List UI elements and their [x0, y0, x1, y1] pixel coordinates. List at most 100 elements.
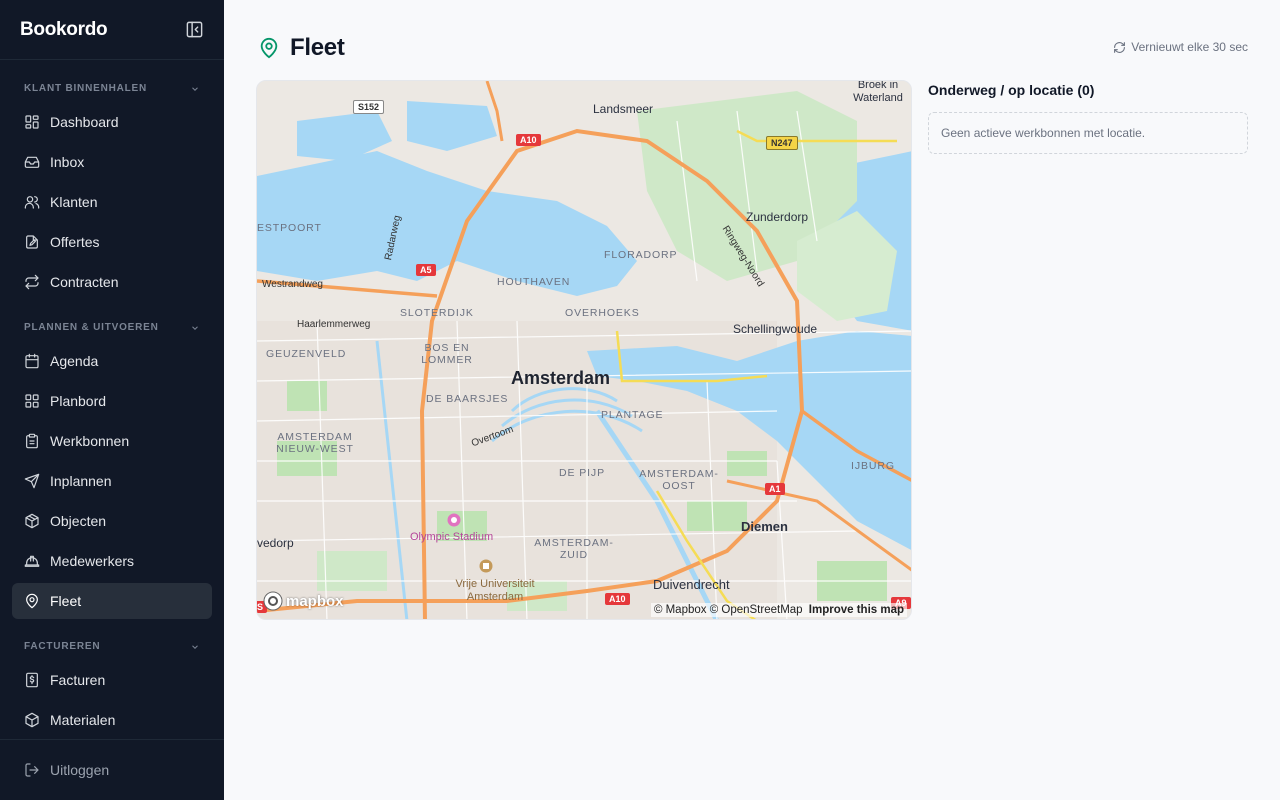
- road-shield-a10-south: A10: [605, 593, 630, 605]
- chevron-down-icon: [192, 325, 198, 330]
- map-label-plantage: PLANTAGE: [601, 409, 664, 421]
- map-label-westrandweg: Westrandweg: [262, 279, 323, 290]
- sidebar-item-label: Offertes: [50, 234, 100, 250]
- map-label-floradorp: FLORADORP: [604, 249, 678, 261]
- sidebar: Bookordo KLANT BINNENHALEN Dashboard Inb…: [0, 0, 224, 800]
- sidebar-item-label: Fleet: [50, 593, 82, 609]
- section-header-factureren[interactable]: FACTUREREN: [24, 641, 200, 652]
- map-label-duivendrecht: Duivendrecht: [653, 577, 730, 592]
- sidebar-item-offertes[interactable]: Offertes: [12, 224, 212, 260]
- section-header-klant-binnenhalen[interactable]: KLANT BINNENHALEN: [24, 83, 200, 94]
- brand-bar: Bookordo: [0, 0, 224, 60]
- map-label-de-pijp: DE PIJP: [559, 467, 605, 479]
- sidebar-item-label: Werkbonnen: [50, 433, 130, 449]
- page-title: Fleet: [258, 34, 345, 62]
- map-label-amsterdam-zuid: AMSTERDAM-ZUID: [534, 537, 614, 561]
- sidebar-item-inplannen[interactable]: Inplannen: [12, 463, 212, 499]
- hardhat-icon: [24, 555, 40, 567]
- map-pin-icon: [26, 593, 38, 609]
- sidebar-item-label: Inplannen: [50, 473, 112, 489]
- sidebar-item-inbox[interactable]: Inbox: [12, 144, 212, 180]
- sidebar-item-fleet[interactable]: Fleet: [12, 583, 212, 619]
- logout-button[interactable]: Uitloggen: [12, 752, 212, 788]
- users-icon: [24, 196, 40, 209]
- sidebar-item-facturen[interactable]: Facturen: [12, 662, 212, 698]
- empty-state-text: Geen actieve werkbonnen met locatie.: [941, 126, 1146, 140]
- sidebar-item-agenda[interactable]: Agenda: [12, 343, 212, 379]
- grid-icon: [25, 394, 39, 408]
- map-label-houthaven: HOUTHAVEN: [497, 276, 571, 288]
- sidebar-item-contracten[interactable]: Contracten: [12, 264, 212, 300]
- sidebar-collapse-button[interactable]: [184, 20, 204, 40]
- map-pin-icon: [260, 37, 278, 59]
- logout-label: Uitloggen: [50, 762, 110, 778]
- map-label-zunderdorp: Zunderdorp: [746, 210, 809, 224]
- sidebar-item-planbord[interactable]: Planbord: [12, 383, 212, 419]
- attribution-text[interactable]: © Mapbox © OpenStreetMap: [654, 604, 803, 616]
- quote-icon: [26, 235, 38, 249]
- empty-state: Geen actieve werkbonnen met locatie.: [928, 112, 1248, 154]
- map-label-de-baarsjes: DE BAARSJES: [426, 393, 509, 405]
- page-title-text: Fleet: [290, 34, 345, 61]
- section-header-plannen-uitvoeren[interactable]: PLANNEN & UITVOEREN: [24, 322, 200, 333]
- sidebar-item-label: Inbox: [50, 154, 85, 170]
- map-label-amsterdam: Amsterdam: [511, 368, 611, 388]
- map-label-vrije-universiteit: Vrije Universiteit Amsterdam: [455, 578, 535, 603]
- sidebar-item-dashboard[interactable]: Dashboard: [12, 104, 212, 140]
- cube-icon: [25, 513, 39, 529]
- chevron-down-icon: [192, 86, 198, 91]
- map-label-diemen: Diemen: [741, 519, 788, 534]
- map-label-bos-en-lommer: BOS EN LOMMER: [421, 342, 473, 366]
- sidebar-item-label: Medewerkers: [50, 553, 135, 569]
- mapbox-logo[interactable]: mapbox: [263, 591, 344, 611]
- university-icon: [479, 559, 493, 573]
- road-shield-s152: S152: [353, 100, 385, 114]
- map-label-olympic-stadium: Olympic Stadium: [410, 531, 494, 543]
- map-label-schellingwoude: Schellingwoude: [733, 322, 818, 336]
- dashboard-icon: [25, 115, 39, 129]
- map-label-sloterdijk: SLOTERDIJK: [400, 307, 474, 319]
- calendar-icon: [25, 353, 39, 369]
- sidebar-item-klanten[interactable]: Klanten: [12, 184, 212, 220]
- sidebar-item-label: Agenda: [50, 353, 99, 369]
- sidebar-item-objecten[interactable]: Objecten: [12, 503, 212, 539]
- sidebar-item-label: Facturen: [50, 672, 106, 688]
- chevron-down-icon: [192, 644, 198, 649]
- improve-map-link[interactable]: Improve this map: [809, 604, 904, 616]
- package-icon: [25, 712, 39, 728]
- sidebar-item-label: Contracten: [50, 274, 119, 290]
- map-label-ijburg: IJBURG: [851, 460, 895, 472]
- sidebar-item-label: Planbord: [50, 393, 107, 409]
- sidebar-item-werkbonnen[interactable]: Werkbonnen: [12, 423, 212, 459]
- stadium-icon: [447, 513, 461, 527]
- map-label-amsterdam-oost: AMSTERDAM-OOST: [639, 468, 719, 492]
- map-label-westpoort: ESTPOORT: [257, 222, 322, 234]
- map-label-osdorp: vedorp: [257, 536, 294, 550]
- mapbox-logo-icon: [263, 591, 283, 611]
- road-shield-a10-north: A10: [516, 134, 541, 146]
- refresh-label: Vernieuwt elke 30 sec: [1131, 40, 1248, 54]
- inbox-icon: [24, 156, 40, 168]
- map-label-geuzenveld: GEUZENVELD: [266, 348, 347, 360]
- map-label-amsterdam-nieuw-west: AMSTERDAM NIEUW-WEST: [276, 431, 354, 455]
- map-attribution: © Mapbox © OpenStreetMap Improve this ma…: [650, 603, 907, 617]
- section-title: FACTUREREN: [24, 641, 101, 652]
- send-icon: [24, 473, 40, 489]
- fleet-map[interactable]: Amsterdam Landsmeer Broek in Waterland Z…: [256, 80, 912, 620]
- road-shield-a1: A1: [765, 483, 785, 495]
- sidebar-item-materialen[interactable]: Materialen: [12, 702, 212, 738]
- sidebar-footer-divider: [0, 739, 224, 740]
- sidebar-item-label: Klanten: [50, 194, 98, 210]
- main-content: Fleet Vernieuwt elke 30 sec Amsterdam La…: [224, 0, 1280, 800]
- sidebar-item-label: Dashboard: [50, 114, 119, 130]
- section-title: PLANNEN & UITVOEREN: [24, 322, 159, 333]
- map-label-overhoeks: OVERHOEKS: [565, 307, 640, 319]
- refresh-icon: [1114, 41, 1126, 53]
- road-shield-a5: A5: [416, 264, 436, 276]
- sidebar-item-label: Materialen: [50, 712, 116, 728]
- sidebar-item-medewerkers[interactable]: Medewerkers: [12, 543, 212, 579]
- en-route-title: Onderweg / op locatie (0): [928, 82, 1095, 98]
- mapbox-logo-text: mapbox: [286, 592, 344, 610]
- road-shield-n247: N247: [766, 136, 798, 150]
- map-label-broek: Broek in Waterland: [853, 80, 903, 104]
